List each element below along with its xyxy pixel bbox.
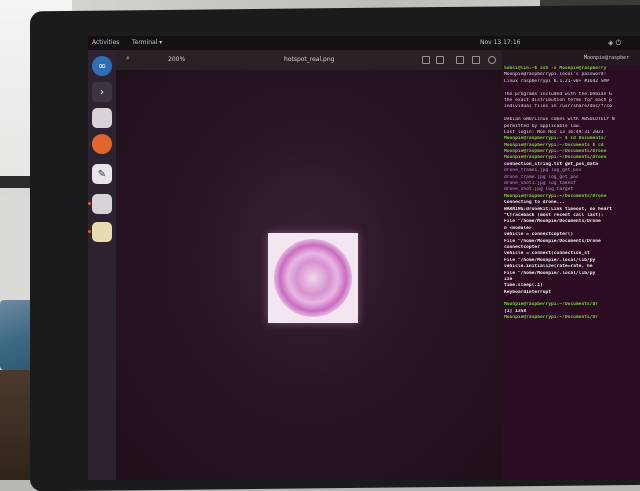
app-menu[interactable]: Terminal ▾ <box>132 36 162 50</box>
laptop-screen: Activities Terminal ▾ Nov 13 17:16 ◈ ⏻ ∞… <box>88 36 640 480</box>
maximize-icon[interactable] <box>472 56 480 64</box>
zoom-level[interactable]: 200% <box>168 56 185 63</box>
terminal-title: Moonpie@raspber <box>502 50 640 66</box>
thermal-hotspot <box>274 239 352 317</box>
firefox-icon[interactable] <box>92 134 112 154</box>
close-icon[interactable] <box>488 56 496 64</box>
running-indicator <box>88 202 91 205</box>
clock[interactable]: Nov 13 17:16 <box>480 36 520 50</box>
system-menu-icons[interactable]: ◈ ⏻ <box>608 36 621 50</box>
arduino-icon[interactable]: ∞ <box>92 56 112 76</box>
search-icon[interactable]: ⌕ <box>126 54 134 62</box>
terminal-output: Subsi@lin:~$ ssh -x Moonpie@raspberry Moo… <box>502 66 640 322</box>
files-icon[interactable] <box>92 108 112 128</box>
text-editor-icon[interactable]: ✎ <box>92 164 112 184</box>
notes-icon[interactable] <box>92 222 112 242</box>
dock: ∞ › ✎ <box>88 50 116 480</box>
hotspot-image <box>268 233 358 323</box>
minimize-icon[interactable] <box>456 56 464 64</box>
menu-icon[interactable] <box>436 56 444 64</box>
image-filename: hotspot_real.png <box>284 56 335 63</box>
rotate-icon[interactable] <box>422 56 430 64</box>
image-viewer-header: ⌕ 200% hotspot_real.png <box>116 50 502 70</box>
terminal-line: Moonpie@raspberrypi:~/Documents/Dr <box>504 315 599 321</box>
activities-button[interactable]: Activities <box>92 36 119 50</box>
settings-icon[interactable] <box>92 194 112 214</box>
image-canvas[interactable] <box>116 70 502 480</box>
top-bar: Activities Terminal ▾ Nov 13 17:16 ◈ ⏻ <box>88 36 640 50</box>
terminal-icon[interactable]: › <box>92 82 112 102</box>
terminal-window[interactable]: Moonpie@raspber Subsi@lin:~$ ssh -x Moon… <box>502 50 640 480</box>
running-indicator <box>88 230 91 233</box>
